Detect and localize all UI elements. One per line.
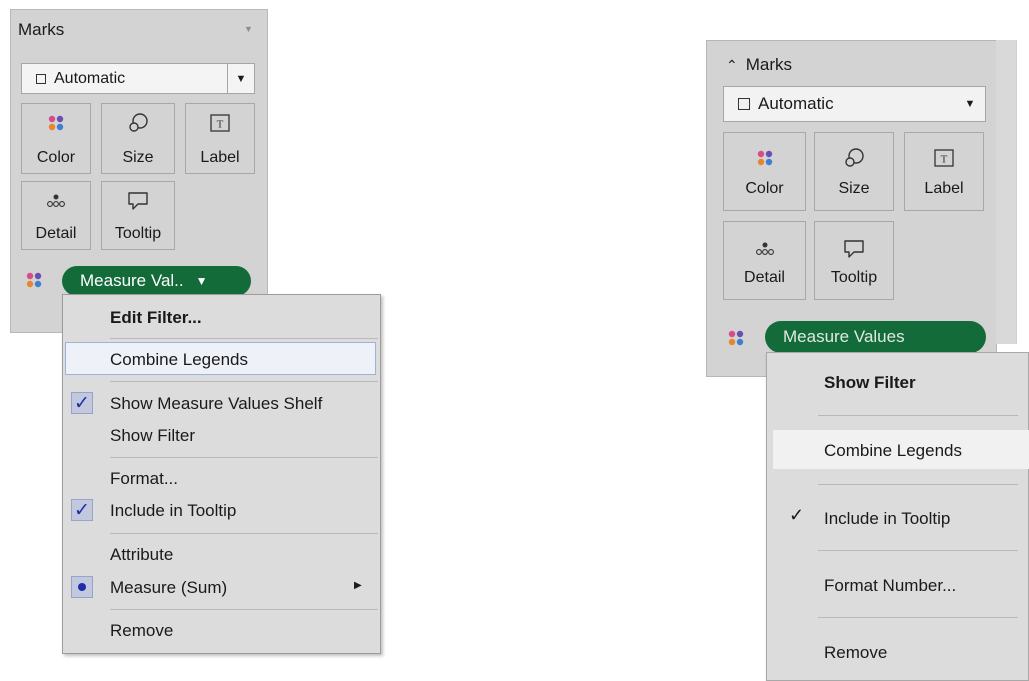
submenu-arrow-icon: ▶ bbox=[354, 580, 362, 591]
menu-item-show-filter[interactable]: Show Filter bbox=[110, 426, 195, 446]
mark-type-dropdown[interactable]: Automatic ▼ bbox=[723, 86, 986, 122]
collapse-caret-icon[interactable]: ⌃ bbox=[726, 57, 738, 74]
color-dots-icon bbox=[728, 330, 744, 351]
marks-title: Marks bbox=[745, 55, 793, 74]
menu-item-include-in-tooltip[interactable]: Include in Tooltip bbox=[824, 509, 950, 529]
pill-dropdown-icon[interactable]: ▼ bbox=[196, 274, 208, 288]
menu-item-edit-filter[interactable]: Edit Filter... bbox=[110, 308, 202, 328]
detail-button[interactable]: Detail bbox=[21, 181, 91, 250]
tooltip-icon bbox=[102, 188, 174, 214]
label-label: Label bbox=[924, 180, 964, 197]
color-button[interactable]: Color bbox=[723, 132, 806, 211]
menu-item-measure-sum[interactable]: Measure (Sum) bbox=[110, 578, 227, 598]
menu-separator bbox=[818, 550, 1018, 551]
menu-separator bbox=[110, 381, 378, 382]
color-dots-icon bbox=[724, 145, 805, 171]
menu-separator bbox=[110, 609, 378, 610]
label-icon: T bbox=[905, 145, 983, 171]
tooltip-label: Tooltip bbox=[830, 269, 878, 286]
detail-label: Detail bbox=[744, 269, 785, 286]
menu-item-combine-legends[interactable]: Combine Legends bbox=[110, 350, 248, 370]
label-icon: T bbox=[186, 110, 254, 136]
dropdown-arrow-icon[interactable]: ▼ bbox=[955, 87, 985, 121]
size-icon bbox=[815, 145, 893, 171]
menu-item-attribute[interactable]: Attribute bbox=[110, 545, 173, 565]
svg-text:T: T bbox=[941, 154, 948, 166]
size-icon bbox=[102, 110, 174, 136]
checkmark-icon: ✓ bbox=[71, 392, 93, 414]
menu-item-format[interactable]: Format... bbox=[110, 469, 178, 489]
color-label: Color bbox=[745, 180, 784, 197]
square-mark-icon bbox=[738, 98, 750, 110]
menu-item-include-in-tooltip[interactable]: Include in Tooltip bbox=[110, 501, 236, 521]
radio-icon bbox=[71, 576, 93, 598]
detail-icon bbox=[22, 188, 90, 214]
menu-separator bbox=[110, 338, 378, 339]
mark-type-value: Automatic bbox=[54, 69, 126, 87]
label-label: Label bbox=[200, 149, 240, 166]
color-label: Color bbox=[36, 149, 76, 166]
menu-item-show-filter[interactable]: Show Filter bbox=[824, 373, 916, 393]
detail-label: Detail bbox=[35, 225, 77, 242]
color-button[interactable]: Color bbox=[21, 103, 91, 174]
tooltip-button[interactable]: Tooltip bbox=[814, 221, 894, 300]
menu-item-remove[interactable]: Remove bbox=[110, 621, 173, 641]
menu-separator bbox=[818, 415, 1018, 416]
menu-separator bbox=[110, 457, 378, 458]
menu-separator bbox=[818, 617, 1018, 618]
detail-icon bbox=[724, 236, 805, 262]
square-mark-icon bbox=[36, 73, 46, 84]
checkmark-icon: ✓ bbox=[789, 505, 805, 525]
marks-header[interactable]: ⌃ Marks bbox=[726, 55, 792, 75]
view-edge bbox=[1016, 40, 1029, 344]
marks-title: Marks bbox=[18, 20, 65, 39]
menu-item-format-number[interactable]: Format Number... bbox=[824, 576, 956, 596]
tooltip-button[interactable]: Tooltip bbox=[101, 181, 175, 250]
pill-label: Measure Values bbox=[783, 327, 905, 346]
tooltip-label: Tooltip bbox=[114, 225, 162, 242]
dropdown-arrow-icon[interactable]: ▼ bbox=[227, 64, 254, 93]
checkmark-icon: ✓ bbox=[71, 499, 93, 521]
size-button[interactable]: Size bbox=[101, 103, 175, 174]
size-label: Size bbox=[122, 149, 154, 166]
measure-values-pill[interactable]: Measure Values bbox=[765, 321, 986, 353]
color-dots-icon bbox=[22, 110, 90, 136]
pill-label: Measure Val.. bbox=[80, 271, 184, 290]
menu-item-remove[interactable]: Remove bbox=[824, 643, 887, 663]
tooltip-icon bbox=[815, 236, 893, 262]
menu-separator bbox=[110, 533, 378, 534]
menu-separator bbox=[818, 484, 1018, 485]
collapse-caret-icon[interactable]: ▼ bbox=[244, 24, 253, 34]
menu-item-combine-legends[interactable]: Combine Legends bbox=[824, 441, 962, 461]
label-button[interactable]: T Label bbox=[904, 132, 984, 211]
panel-divider bbox=[996, 40, 1016, 344]
mark-type-dropdown[interactable]: Automatic ▼ bbox=[21, 63, 255, 94]
mark-type-value: Automatic bbox=[758, 94, 834, 113]
menu-item-show-measure-values-shelf[interactable]: Show Measure Values Shelf bbox=[110, 394, 322, 414]
label-button[interactable]: T Label bbox=[185, 103, 255, 174]
detail-button[interactable]: Detail bbox=[723, 221, 806, 300]
svg-text:T: T bbox=[217, 119, 224, 131]
color-dots-icon bbox=[26, 272, 42, 293]
measure-values-pill[interactable]: Measure Val.. ▼ bbox=[62, 266, 251, 296]
size-button[interactable]: Size bbox=[814, 132, 894, 211]
size-label: Size bbox=[838, 180, 870, 197]
